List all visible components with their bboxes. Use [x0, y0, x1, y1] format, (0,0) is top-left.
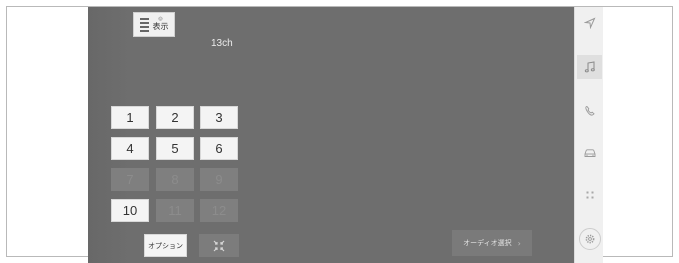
sidebar-item-audio[interactable] — [577, 55, 602, 79]
audio-source-select-button[interactable]: オーディオ選択 › — [452, 230, 532, 256]
settings-button-ring — [578, 228, 601, 250]
preset-key-3[interactable]: 3 — [200, 106, 238, 129]
settings-gear-icon — [585, 234, 594, 244]
navigation-arrow-icon — [583, 17, 595, 29]
sidebar-item-navigation[interactable] — [577, 11, 602, 35]
left-panel-shade — [88, 7, 130, 263]
preset-key-2[interactable]: 2 — [156, 106, 194, 129]
preset-key-8: 8 — [156, 168, 194, 191]
preset-key-12: 12 — [200, 199, 238, 222]
option-button[interactable]: オプション — [144, 234, 187, 257]
sidebar-item-vehicle[interactable] — [577, 141, 602, 165]
preset-key-5[interactable]: 5 — [156, 137, 194, 160]
sidebar-item-phone[interactable] — [577, 99, 602, 123]
preset-key-7: 7 — [111, 168, 149, 191]
audio-screen: ◎ 表示 13ch 1 2 3 4 5 6 7 8 9 10 11 12 オプシ… — [88, 7, 574, 263]
display-button[interactable]: ◎ 表示 — [133, 12, 175, 37]
preset-key-9: 9 — [200, 168, 238, 191]
car-icon — [584, 149, 595, 157]
sidebar-item-apps[interactable] — [577, 183, 602, 207]
phone-icon — [584, 106, 595, 116]
music-note-icon — [584, 61, 595, 73]
audio-source-select-label: オーディオ選択 — [463, 239, 512, 247]
preset-key-11: 11 — [156, 199, 194, 222]
preset-key-6[interactable]: 6 — [200, 137, 238, 160]
preset-key-1[interactable]: 1 — [111, 106, 149, 129]
minimize-icon — [213, 240, 225, 251]
list-document-icon — [139, 17, 149, 32]
shrink-button[interactable] — [199, 234, 239, 257]
display-button-label: 表示 — [152, 22, 169, 31]
channel-label: 13ch — [211, 38, 233, 49]
sidebar-item-settings[interactable] — [577, 227, 602, 251]
preset-key-10[interactable]: 10 — [111, 199, 149, 222]
display-button-text: ◎ 表示 — [153, 17, 169, 32]
chevron-right-icon: › — [517, 238, 521, 248]
app-sidebar — [574, 7, 603, 263]
apps-grid-icon — [586, 191, 593, 199]
preset-key-4[interactable]: 4 — [111, 137, 149, 160]
